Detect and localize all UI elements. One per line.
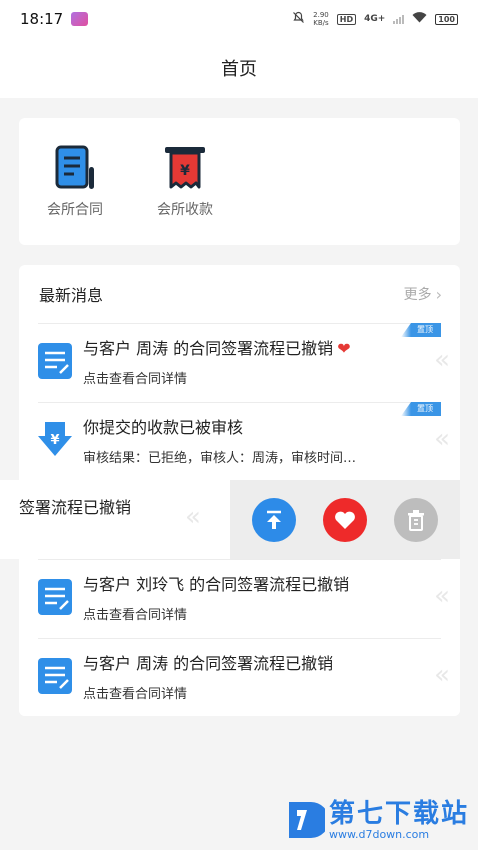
news-more-link[interactable]: 更多 › [404,284,442,304]
divider [38,323,441,324]
logo-icon [285,798,329,842]
net-speed-unit: KB/s [313,19,329,27]
document-icon [38,343,72,379]
favorite-button[interactable] [322,497,367,542]
pin-top-button[interactable] [251,497,296,542]
divider [38,559,441,560]
receipt-icon: ¥ [159,143,211,193]
quick-action-contract[interactable]: 会所合同 [35,143,115,219]
svg-text:¥: ¥ [180,163,190,179]
news-more-label: 更多 [403,287,432,303]
chevrons-left-icon: « [434,345,450,375]
list-item-subtitle: 点击查看合同详情 [83,687,188,702]
title-bar: 首页 [0,38,478,98]
divider [38,638,441,639]
battery-icon: 100 [435,13,458,25]
quick-actions-card: 会所合同 ¥ 会所收款 [19,118,460,245]
list-item-title: 与客户 周涛 的合同签署流程已撤销 ❤ [83,335,351,359]
signal-icon [393,14,405,24]
net-speed: 2.90 KB/s [313,11,329,27]
pin-top-icon [266,510,281,529]
list-item-title: 与客户 周涛 的合同签署流程已撤销 [83,654,334,673]
notification-app-icon [71,12,89,26]
heart-icon [335,511,355,529]
quick-action-receipt[interactable]: ¥ 会所收款 [145,143,225,219]
chevrons-left-icon: « [434,424,450,454]
list-item-title: 签署流程已撤销 [19,498,132,517]
list-item[interactable]: 与客户 刘玲飞 的合同签署流程已撤销 点击查看合同详情 « [19,559,460,638]
mute-icon [292,11,305,27]
chevron-right-icon: › [435,284,442,304]
document-icon [38,579,72,615]
swiped-list-item[interactable]: 签署流程已撤销 « [0,480,460,559]
news-header: 最新消息 更多 › [19,265,460,323]
pin-badge: 置顶 [401,323,441,337]
list-item[interactable]: 与客户 周涛 的合同签署流程已撤销 点击查看合同详情 « [19,638,460,716]
delete-button[interactable] [394,497,439,542]
news-title: 最新消息 [39,286,104,305]
status-time: 18:17 [20,10,64,28]
network-type: 4G+ [364,14,386,24]
page-title: 首页 [221,59,257,80]
swipe-actions [230,480,460,559]
footer-logo: 第七下载站 www.d7down.com [285,798,469,842]
footer-site-url: www.d7down.com [329,828,430,841]
heart-icon: ❤ [337,339,351,358]
net-speed-value: 2.90 [313,11,329,19]
contract-icon [49,143,101,193]
divider [38,402,441,403]
hd-badge: HD [336,13,357,25]
list-item-title: 你提交的收款已被审核 [83,418,244,437]
trash-icon [408,509,425,531]
list-item-title: 与客户 刘玲飞 的合同签署流程已撤销 [83,575,350,594]
yuan-download-icon: ¥ [38,422,72,458]
list-item[interactable]: 置顶 ¥ 你提交的收款已被审核 审核结果：已拒绝，审核人：周涛，审核时间… « [19,402,460,481]
chevrons-left-icon: « [434,581,450,611]
footer-site-name: 第七下载站 [329,799,470,829]
document-icon [38,658,72,694]
status-bar: 18:17 2.90 KB/s HD 4G+ 100 [0,0,478,38]
list-item-subtitle: 点击查看合同详情 [83,608,188,623]
chevrons-left-icon: « [434,660,450,690]
list-item-title-text: 与客户 周涛 的合同签署流程已撤销 [83,339,334,358]
list-item-subtitle: 审核结果：已拒绝，审核人：周涛，审核时间… [83,451,357,466]
pin-badge: 置顶 [401,402,441,416]
svg-text:¥: ¥ [50,433,59,448]
list-item-subtitle: 点击查看合同详情 [83,372,188,387]
quick-action-receipt-label: 会所收款 [157,202,213,218]
list-item[interactable]: 置顶 与客户 周涛 的合同签署流程已撤销 ❤ 点击查看合同详情 « [19,323,460,402]
wifi-icon [412,12,427,26]
chevrons-left-icon: « [185,502,201,532]
quick-action-contract-label: 会所合同 [47,202,103,218]
